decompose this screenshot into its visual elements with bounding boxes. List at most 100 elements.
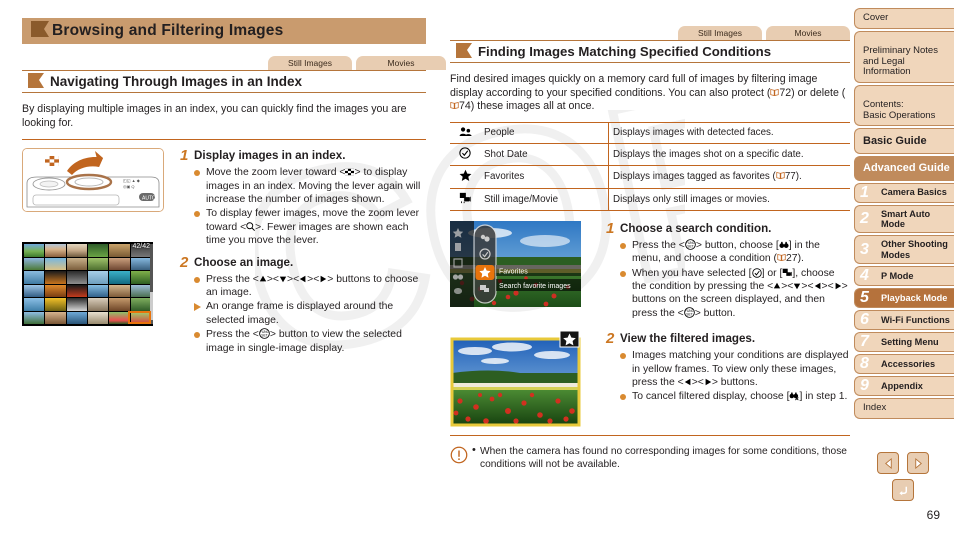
condition-description: Displays images with detected faces. <box>608 121 850 144</box>
left-figure-column: ◰◱ ▲ ◆ ◎▣ Q AUTO 42/42 <box>22 148 172 356</box>
thumbnail <box>109 284 130 298</box>
left-arrow-icon <box>814 282 820 290</box>
func-set-button-icon: FUNCSET <box>683 307 695 318</box>
intro-part-2: ) or delete ( <box>791 86 846 99</box>
shot-date-icon <box>459 147 471 159</box>
sidebar-item-preliminary-notes[interactable]: Preliminary Notes and Legal Information <box>854 30 954 83</box>
sidebar-item-label: Basic Guide <box>863 135 927 147</box>
thumbnail <box>130 257 151 271</box>
thumbnail <box>66 244 87 257</box>
tab-movies[interactable]: Movies <box>356 56 446 70</box>
step-1: 1 Display images in an index. Move the z… <box>180 148 426 248</box>
still-movie-icon <box>459 192 471 203</box>
func-set-button-icon: FUNCSET <box>259 328 270 340</box>
page-ref-number[interactable]: 74 <box>459 100 471 112</box>
sidebar-item-label: Smart Auto Mode <box>881 208 931 229</box>
bullet-dot-icon <box>620 394 626 401</box>
sidebar-item-number: 8 <box>860 355 869 373</box>
tab-still-images[interactable]: Still Images <box>678 26 762 40</box>
condition-description: Displays the images shot on a specific d… <box>608 143 850 166</box>
sidebar-item-label: Setting Menu <box>881 336 939 347</box>
bullet-item: Press the < FUNC SET > button, choose [] in… <box>620 238 850 266</box>
right-section-title: Finding Images Matching Specified Condit… <box>478 44 772 59</box>
sidebar-item-cover[interactable]: Cover <box>854 8 954 29</box>
selection-frame <box>128 311 151 325</box>
tab-movies[interactable]: Movies <box>766 26 850 40</box>
page-ref-number[interactable]: 27 <box>786 253 798 264</box>
thumbnail <box>45 271 66 284</box>
down-arrow-icon <box>794 283 801 290</box>
sidebar-item-index[interactable]: Index <box>854 398 954 419</box>
right-arrow-icon <box>835 282 841 290</box>
bullet-text-before: Move the zoom lever toward < <box>206 167 346 179</box>
sidebar-item-accessories[interactable]: 8 Accessories <box>854 354 954 375</box>
left-arrow-icon <box>684 378 691 386</box>
step-2-bullets: Images matching your conditions are disp… <box>620 349 850 404</box>
bullet-text: An orange frame is displayed around the … <box>206 301 394 326</box>
sidebar-item-wifi-functions[interactable]: 6 Wi-Fi Functions <box>854 310 954 331</box>
thumbnail <box>66 257 87 271</box>
left-arrow-icon <box>299 275 306 282</box>
index-thumbnail-grid: 42/42 <box>22 242 153 327</box>
table-row: Favorites Displays images tagged as favo… <box>450 165 850 189</box>
step-1-title: Choose a search condition. <box>620 221 772 235</box>
thumbnail <box>88 244 109 257</box>
thumbnail <box>45 244 66 257</box>
page-ref-icon <box>770 88 779 96</box>
thumbnail <box>45 284 66 298</box>
thumbnail <box>24 257 45 271</box>
sidebar-item-label: Accessories <box>881 358 936 369</box>
bullet-item: An orange frame is displayed around the … <box>194 300 426 327</box>
step-2-number: 2 <box>180 253 189 271</box>
sidebar-item-label: Other Shooting Modes <box>881 239 948 260</box>
right-step-2: 2 View the filtered images. Images match… <box>600 331 850 427</box>
sidebar-item-appendix[interactable]: 9 Appendix <box>854 376 954 397</box>
binoculars-cancel-icon <box>790 393 800 401</box>
thumbnail <box>24 311 45 325</box>
page-ref-number[interactable]: 72 <box>779 87 791 99</box>
sidebar-item-contents[interactable]: Contents: Basic Operations <box>854 84 954 126</box>
step-1-bullets: Move the zoom lever toward < > to display… <box>194 166 426 247</box>
condition-name: Still image/Movie <box>480 188 609 211</box>
condition-icon-cell <box>450 165 480 189</box>
bullet-item: Press the < FUNC SET > button to view the s… <box>194 328 426 355</box>
step-2-bullets: Press the < >< >< >< > buttons to choose an … <box>194 273 426 355</box>
bullet-item: Move the zoom lever toward < > to display… <box>194 166 426 206</box>
thumbnail <box>24 271 45 284</box>
sidebar-item-label: Playback Mode <box>881 292 948 303</box>
condition-name: Shot Date <box>480 143 609 166</box>
sidebar-item-label: Preliminary Notes and Legal Information <box>863 45 938 77</box>
bullet-text-before: Press the < <box>206 273 259 285</box>
caution-note: When the camera has found no correspondi… <box>450 444 850 471</box>
condition-icon-cell <box>450 188 480 211</box>
bullet-dot-icon <box>620 353 626 360</box>
condition-name: People <box>480 121 609 144</box>
sidebar-item-advanced-guide[interactable]: Advanced Guide <box>854 156 954 181</box>
thumbnail <box>45 298 66 311</box>
sidebar-item-number: 4 <box>860 267 869 285</box>
flag-marker-icon <box>31 21 49 37</box>
sidebar-item-p-mode[interactable]: 4 P Mode <box>854 266 954 287</box>
table-row: Shot Date Displays the images shot on a … <box>450 143 850 166</box>
tab-still-images-label: Still Images <box>698 28 742 38</box>
sidebar-item-smart-auto-mode[interactable]: 2 Smart Auto Mode <box>854 204 954 234</box>
sidebar-item-number: 7 <box>860 333 869 351</box>
page-ref-number[interactable]: 77 <box>785 171 796 182</box>
bullet-dot-icon <box>194 211 200 218</box>
sidebar-item-other-shooting-modes[interactable]: 3 Other Shooting Modes <box>854 235 954 265</box>
thumbnail <box>45 311 66 325</box>
tab-still-images[interactable]: Still Images <box>268 56 352 70</box>
sidebar-item-setting-menu[interactable]: 7 Setting Menu <box>854 332 954 353</box>
sidebar-item-basic-guide[interactable]: Basic Guide <box>854 128 954 154</box>
step-1-bullets: Press the < FUNC SET > button, choose [] in… <box>620 238 850 320</box>
condition-icon-cell <box>450 143 480 166</box>
menu-label-search: Search favorite images <box>499 283 571 290</box>
sidebar-item-playback-mode[interactable]: 5 Playback Mode <box>854 288 954 309</box>
sidebar-item-camera-basics[interactable]: 1 Camera Basics <box>854 182 954 203</box>
thumbnail <box>24 284 45 298</box>
right-tab-row: Still Images Movies <box>450 26 850 40</box>
condition-name: Favorites <box>480 165 609 189</box>
bullet-dot-icon <box>620 242 626 249</box>
thumbnail <box>66 271 87 284</box>
left-tab-row: Still Images Movies <box>22 56 446 70</box>
